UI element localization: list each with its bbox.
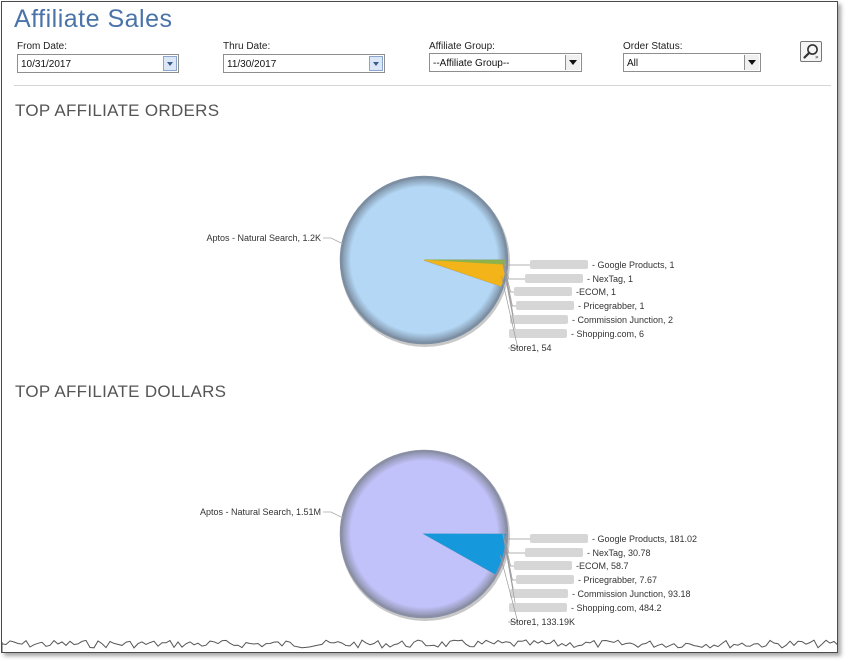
redacted-name <box>509 329 567 338</box>
chevron-down-icon[interactable] <box>744 55 759 70</box>
magnifier-icon: » <box>803 44 819 61</box>
torn-edge-decoration <box>2 639 837 652</box>
redacted-name <box>530 534 588 543</box>
slice-label: Store1, 133.19K <box>510 617 575 627</box>
chevron-down-icon[interactable] <box>565 55 580 70</box>
orders-section-title: TOP AFFILIATE ORDERS <box>15 101 220 120</box>
order-status-value: All <box>627 58 639 69</box>
thru-date-field[interactable]: 11/30/2017 <box>223 54 385 73</box>
redacted-name <box>510 315 568 324</box>
redacted-name <box>516 575 574 584</box>
slice-label: - Google Products, 181.02 <box>592 534 697 544</box>
thru-date-value: 11/30/2017 <box>227 59 277 70</box>
slice-label: - Shopping.com, 484.2 <box>571 603 662 613</box>
slice-label: - Pricegrabber, 7.67 <box>578 575 657 585</box>
filter-divider <box>14 85 831 86</box>
redacted-name <box>514 287 572 296</box>
affiliate-group-label: Affiliate Group: <box>429 41 495 52</box>
redacted-name <box>509 603 567 612</box>
dollars-pie-chart: Aptos - Natural Search, 1.51M - Google Pr… <box>200 449 697 627</box>
slice-label: - NexTag, 30.78 <box>587 548 651 558</box>
from-date-label: From Date: <box>17 41 68 52</box>
order-status-label: Order Status: <box>623 41 683 52</box>
slice-label: - Commission Junction, 2 <box>572 315 673 325</box>
slice-label: -ECOM, 1 <box>576 287 616 297</box>
slice-label: - Commission Junction, 93.18 <box>572 589 691 599</box>
slice-label: - Google Products, 1 <box>592 260 675 270</box>
leader-line <box>502 263 517 335</box>
calendar-dropdown-icon[interactable] <box>163 56 177 71</box>
slice-label: - Pricegrabber, 1 <box>578 301 645 311</box>
redacted-name <box>525 548 583 557</box>
from-date-value: 10/31/2017 <box>21 59 72 70</box>
redacted-name <box>516 301 574 310</box>
slice-label: Store1, 54 <box>510 343 552 353</box>
redacted-name <box>530 260 588 269</box>
slice-label: - Shopping.com, 6 <box>571 329 644 339</box>
calendar-dropdown-icon[interactable] <box>369 56 383 71</box>
search-button[interactable]: » <box>800 41 822 62</box>
leader-line <box>502 534 517 609</box>
report-window: Affiliate Sales From Date: 10/31/2017 Th… <box>1 1 838 653</box>
thru-date-label: Thru Date: <box>223 41 271 52</box>
slice-label: Aptos - Natural Search, 1.2K <box>206 233 321 243</box>
redacted-name <box>525 274 583 283</box>
affiliate-group-select[interactable]: --Affiliate Group-- <box>429 53 582 72</box>
redacted-name <box>510 589 568 598</box>
page-title: Affiliate Sales <box>14 5 173 33</box>
leader-line <box>323 511 344 519</box>
slice-label: Aptos - Natural Search, 1.51M <box>200 507 321 517</box>
from-date-field[interactable]: 10/31/2017 <box>17 54 179 73</box>
affiliate-group-value: --Affiliate Group-- <box>433 58 510 69</box>
redacted-name <box>514 561 572 570</box>
leader-line <box>323 237 344 245</box>
slice-label: - NexTag, 1 <box>587 274 633 284</box>
order-status-select[interactable]: All <box>623 53 761 72</box>
orders-pie-chart: Aptos - Natural Search, 1.2K - Google Pro… <box>206 175 675 353</box>
dollars-section-title: TOP AFFILIATE DOLLARS <box>15 382 227 401</box>
svg-text:»: » <box>815 54 819 61</box>
slice-label: -ECOM, 58.7 <box>576 561 629 571</box>
